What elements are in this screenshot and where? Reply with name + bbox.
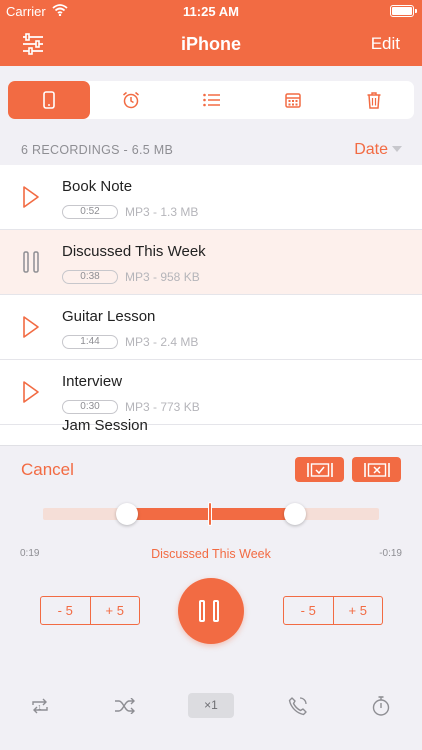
- phone-handset-icon: [288, 697, 307, 716]
- phone-icon: [43, 91, 55, 109]
- play-icon[interactable]: [22, 185, 40, 209]
- status-bar: Carrier 11:25 AM: [0, 0, 422, 22]
- play-icon[interactable]: [22, 315, 40, 339]
- skip-forward-button[interactable]: + 5: [89, 597, 140, 624]
- shuffle-button[interactable]: [110, 693, 140, 719]
- player-panel: Cancel 0:19 Discussed This Week -0:19 - …: [0, 445, 422, 750]
- recordings-list: Book Note 0:52 MP3 - 1.3 MB Discussed Th…: [0, 165, 422, 445]
- recording-duration: 0:38: [62, 270, 118, 284]
- nav-bar: iPhone Edit: [0, 22, 422, 66]
- shuffle-icon: [115, 698, 135, 714]
- recording-duration: 0:52: [62, 205, 118, 219]
- playhead[interactable]: [208, 502, 212, 526]
- trim-cut-icon: [363, 462, 390, 477]
- earpiece-button[interactable]: [283, 693, 313, 719]
- recording-duration: 0:30: [62, 400, 118, 414]
- trim-end-handle[interactable]: [284, 503, 306, 525]
- trim-cut-button[interactable]: [352, 457, 401, 482]
- list-item[interactable]: Guitar Lesson 1:44 MP3 - 2.4 MB: [0, 295, 422, 360]
- pause-button[interactable]: [178, 578, 244, 644]
- playback-speed-button[interactable]: ×1: [188, 693, 234, 718]
- clock: 11:25 AM: [183, 4, 239, 19]
- cancel-button[interactable]: Cancel: [21, 460, 74, 480]
- tab-alarms[interactable]: [90, 81, 171, 119]
- recording-meta: MP3 - 958 KB: [125, 270, 200, 284]
- recording-meta: MP3 - 2.4 MB: [125, 335, 199, 349]
- edit-button[interactable]: Edit: [371, 34, 400, 54]
- calendar-icon: [284, 93, 301, 108]
- tab-phone[interactable]: [8, 81, 90, 119]
- repeat-icon: 1: [32, 698, 48, 714]
- recording-duration: 1:44: [62, 335, 118, 349]
- play-icon[interactable]: [22, 380, 40, 404]
- sort-dropdown[interactable]: Date: [354, 141, 402, 159]
- now-playing-title: Discussed This Week: [151, 547, 271, 561]
- recording-name: Guitar Lesson: [62, 308, 156, 325]
- recording-name: Jam Session: [62, 417, 148, 434]
- recording-name: Book Note: [62, 178, 133, 195]
- skip-group-left: - 5 + 5: [40, 596, 140, 625]
- recordings-summary: 6 RECORDINGS - 6.5 MB: [21, 143, 174, 157]
- skip-forward-button[interactable]: + 5: [332, 597, 383, 624]
- skip-group-right: - 5 + 5: [283, 596, 383, 625]
- recording-meta: MP3 - 773 KB: [125, 400, 200, 414]
- skip-back-button[interactable]: - 5: [41, 597, 90, 624]
- timer-button[interactable]: [366, 693, 396, 719]
- list-item[interactable]: Jam Session: [0, 417, 422, 445]
- sort-label: Date: [354, 141, 388, 158]
- list-item[interactable]: Interview 0:30 MP3 - 773 KB: [0, 360, 422, 425]
- tab-trash[interactable]: [333, 81, 414, 119]
- trash-icon: [367, 91, 380, 109]
- repeat-button[interactable]: 1: [25, 693, 55, 719]
- list-item[interactable]: Discussed This Week 0:38 MP3 - 958 KB: [0, 230, 422, 295]
- skip-back-button[interactable]: - 5: [284, 597, 333, 624]
- chevron-down-icon: [392, 146, 402, 152]
- battery-icon: [390, 5, 417, 17]
- pause-icon[interactable]: [22, 250, 40, 274]
- list-icon: [202, 93, 220, 107]
- pause-icon: [213, 600, 219, 622]
- pause-icon: [199, 600, 205, 622]
- page-title: iPhone: [180, 34, 241, 54]
- list-item[interactable]: Book Note 0:52 MP3 - 1.3 MB: [0, 165, 422, 230]
- source-tabs: [8, 81, 414, 119]
- trim-keep-icon: [306, 462, 333, 477]
- tab-calendar[interactable]: [252, 81, 333, 119]
- recording-name: Interview: [62, 373, 123, 390]
- remaining-time: -0:19: [379, 548, 402, 559]
- tab-list[interactable]: [171, 81, 252, 119]
- trim-keep-button[interactable]: [295, 457, 344, 482]
- recording-meta: MP3 - 1.3 MB: [125, 205, 199, 219]
- alarm-clock-icon: [122, 91, 139, 109]
- stopwatch-icon: [372, 696, 390, 716]
- trim-track[interactable]: [43, 502, 379, 526]
- trim-start-handle[interactable]: [116, 503, 138, 525]
- recording-name: Discussed This Week: [62, 243, 206, 260]
